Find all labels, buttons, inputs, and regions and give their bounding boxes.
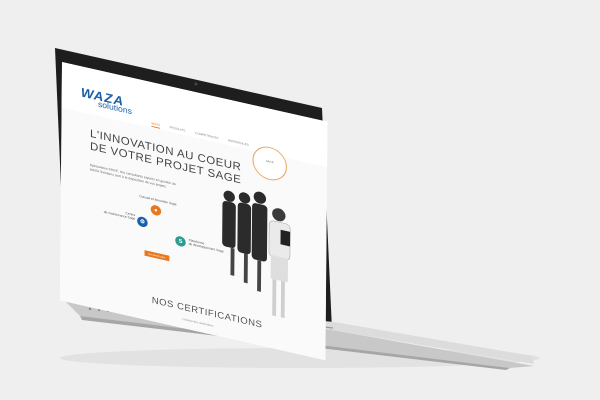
nav-item-produits[interactable]: PRODUITS <box>170 125 186 135</box>
site-logo[interactable]: WAZA solutions <box>81 85 148 126</box>
service-maintenance-label: Centre de maintenance Sage <box>89 203 136 221</box>
sage-partner-badge: SAGE <box>252 143 288 184</box>
gears-icon[interactable]: ⚙ <box>137 215 148 229</box>
stage: WAZA solutions WAZA PRODUITS COMPETENCES… <box>0 0 600 400</box>
person-icon[interactable]: ● <box>150 204 162 217</box>
nav-item-competences[interactable]: COMPETENCES <box>195 130 219 142</box>
nav-item-waza[interactable]: WAZA <box>151 120 161 129</box>
cta-button[interactable]: En savoir plus <box>144 250 170 262</box>
nav-item-references[interactable]: REFERENCES <box>228 138 249 149</box>
s-icon[interactable]: S <box>175 235 186 248</box>
badge-label: SAGE <box>265 158 274 165</box>
service-conseil-label: Conseil et formation Sage <box>139 194 177 207</box>
